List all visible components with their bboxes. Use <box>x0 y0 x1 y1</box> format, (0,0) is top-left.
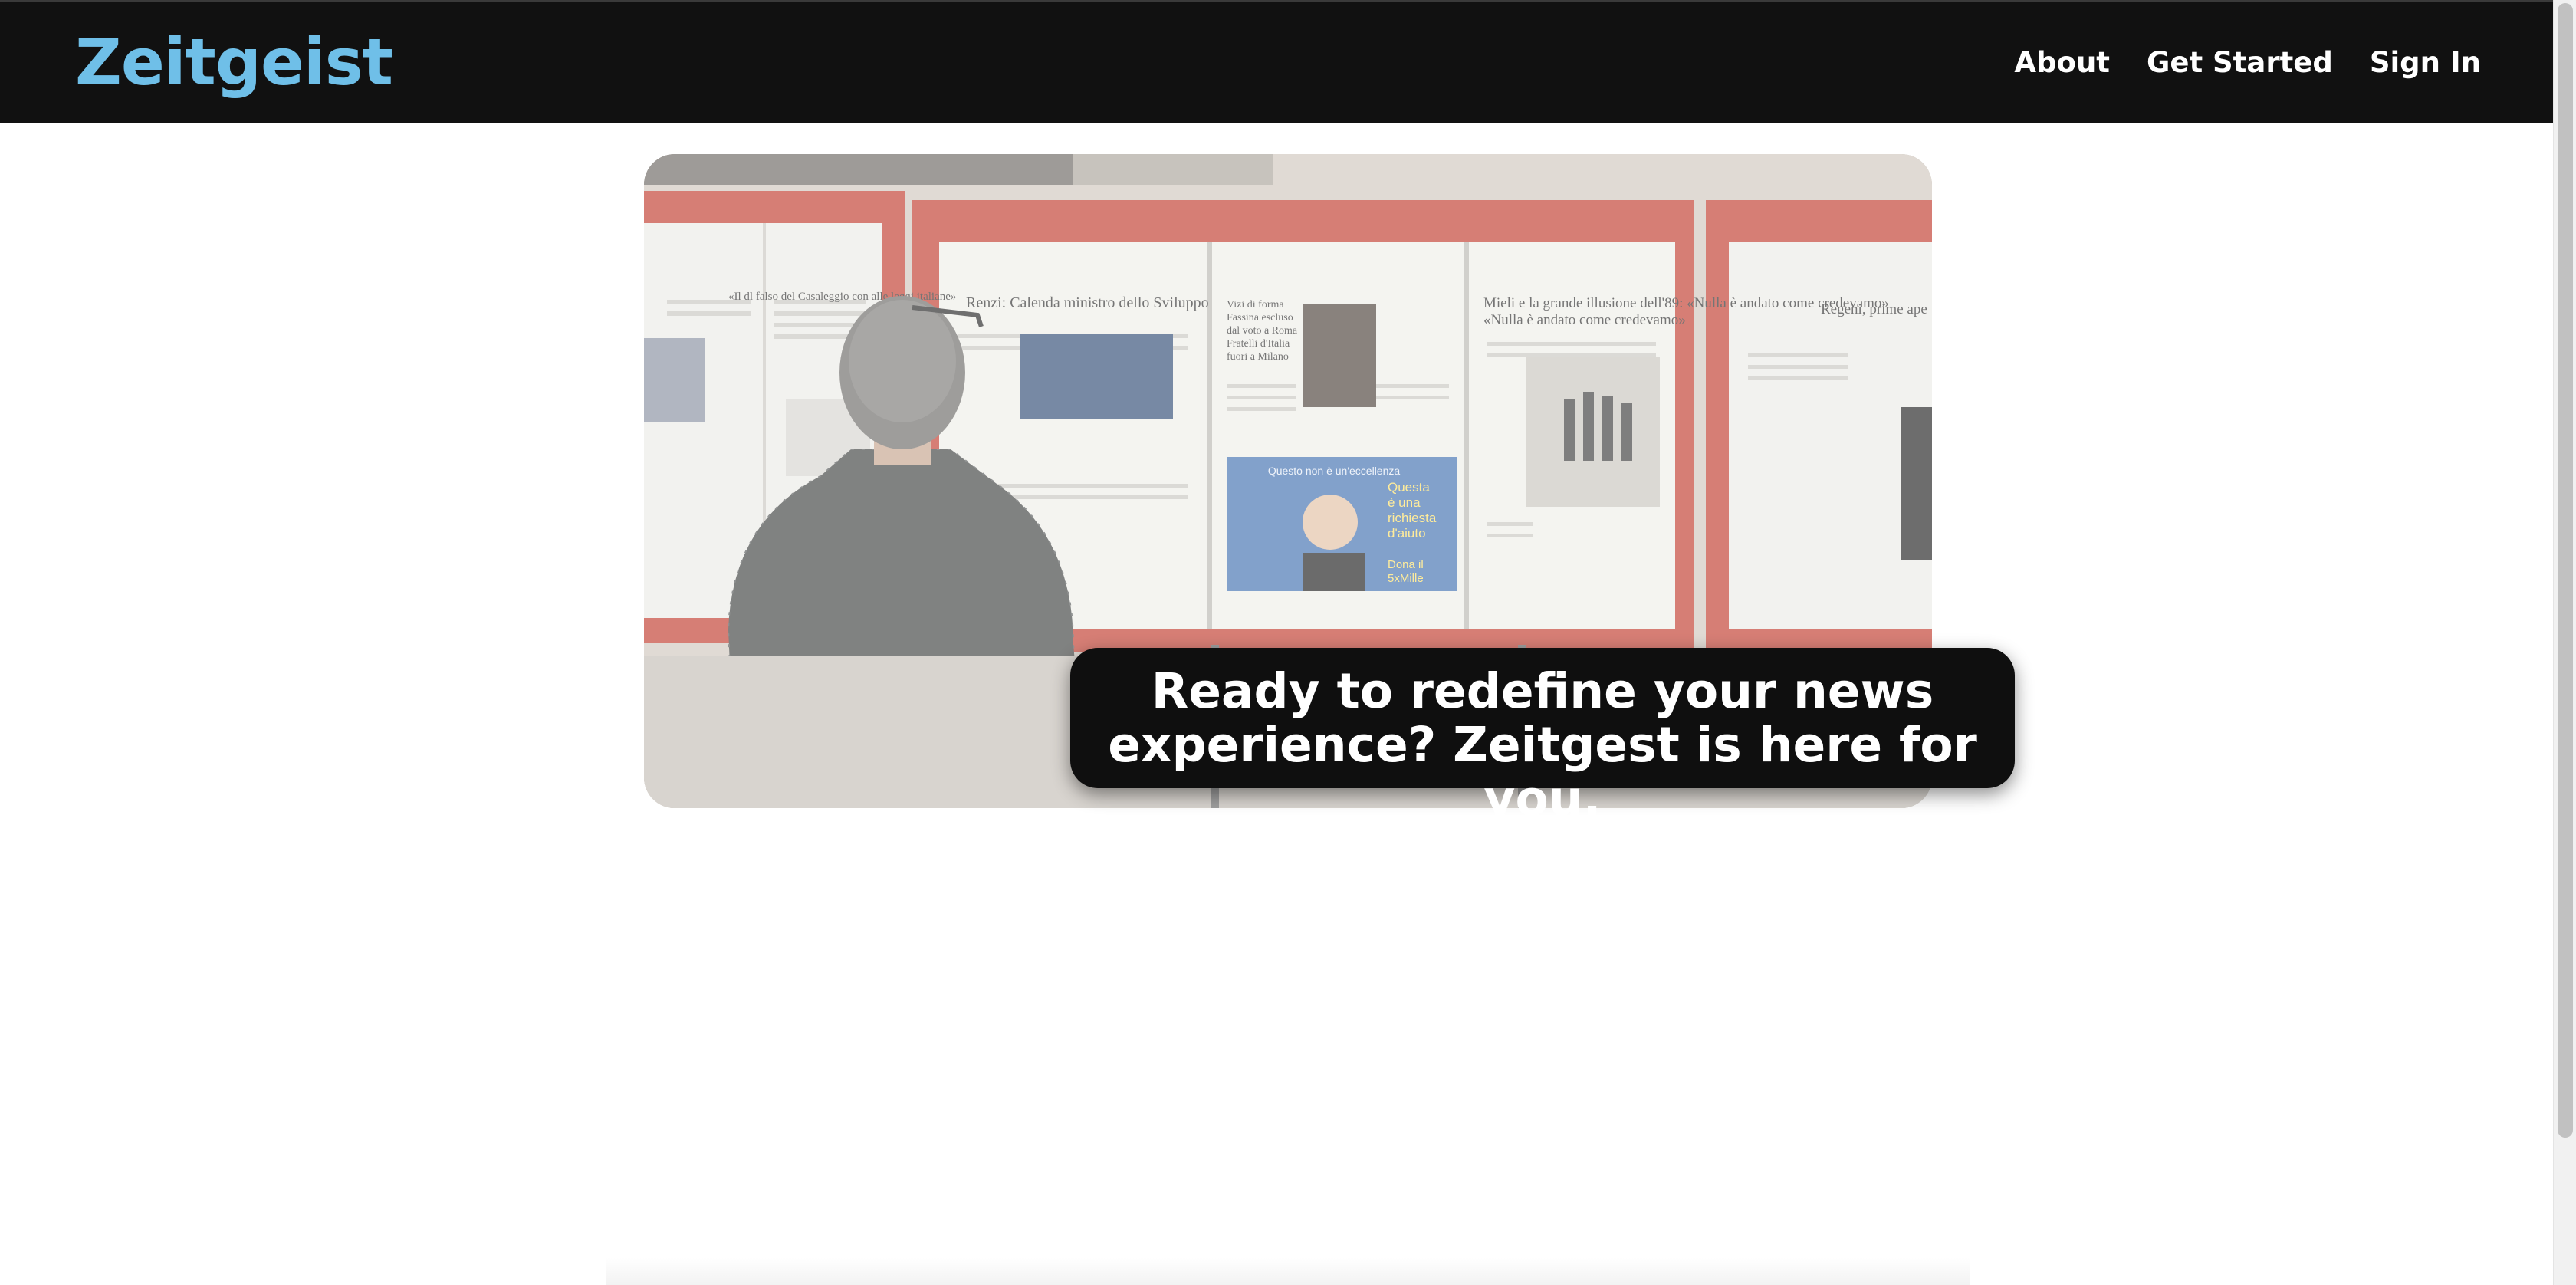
hero-caption: Ready to redefine your news experience? … <box>1070 648 2015 826</box>
brand-logo[interactable]: Zeitgeist <box>75 25 393 100</box>
nav-sign-in-link[interactable]: Sign In <box>2370 46 2481 79</box>
section-edge-shadow <box>606 1257 1970 1285</box>
top-navbar: Zeitgeist About Get Started Sign In <box>0 0 2553 123</box>
nav-about-link[interactable]: About <box>2014 46 2110 79</box>
vertical-scrollbar[interactable] <box>2553 0 2576 1285</box>
scrollbar-thumb[interactable] <box>2558 3 2573 1138</box>
main-nav: About Get Started Sign In <box>2014 46 2481 79</box>
nav-get-started-link[interactable]: Get Started <box>2147 46 2333 79</box>
